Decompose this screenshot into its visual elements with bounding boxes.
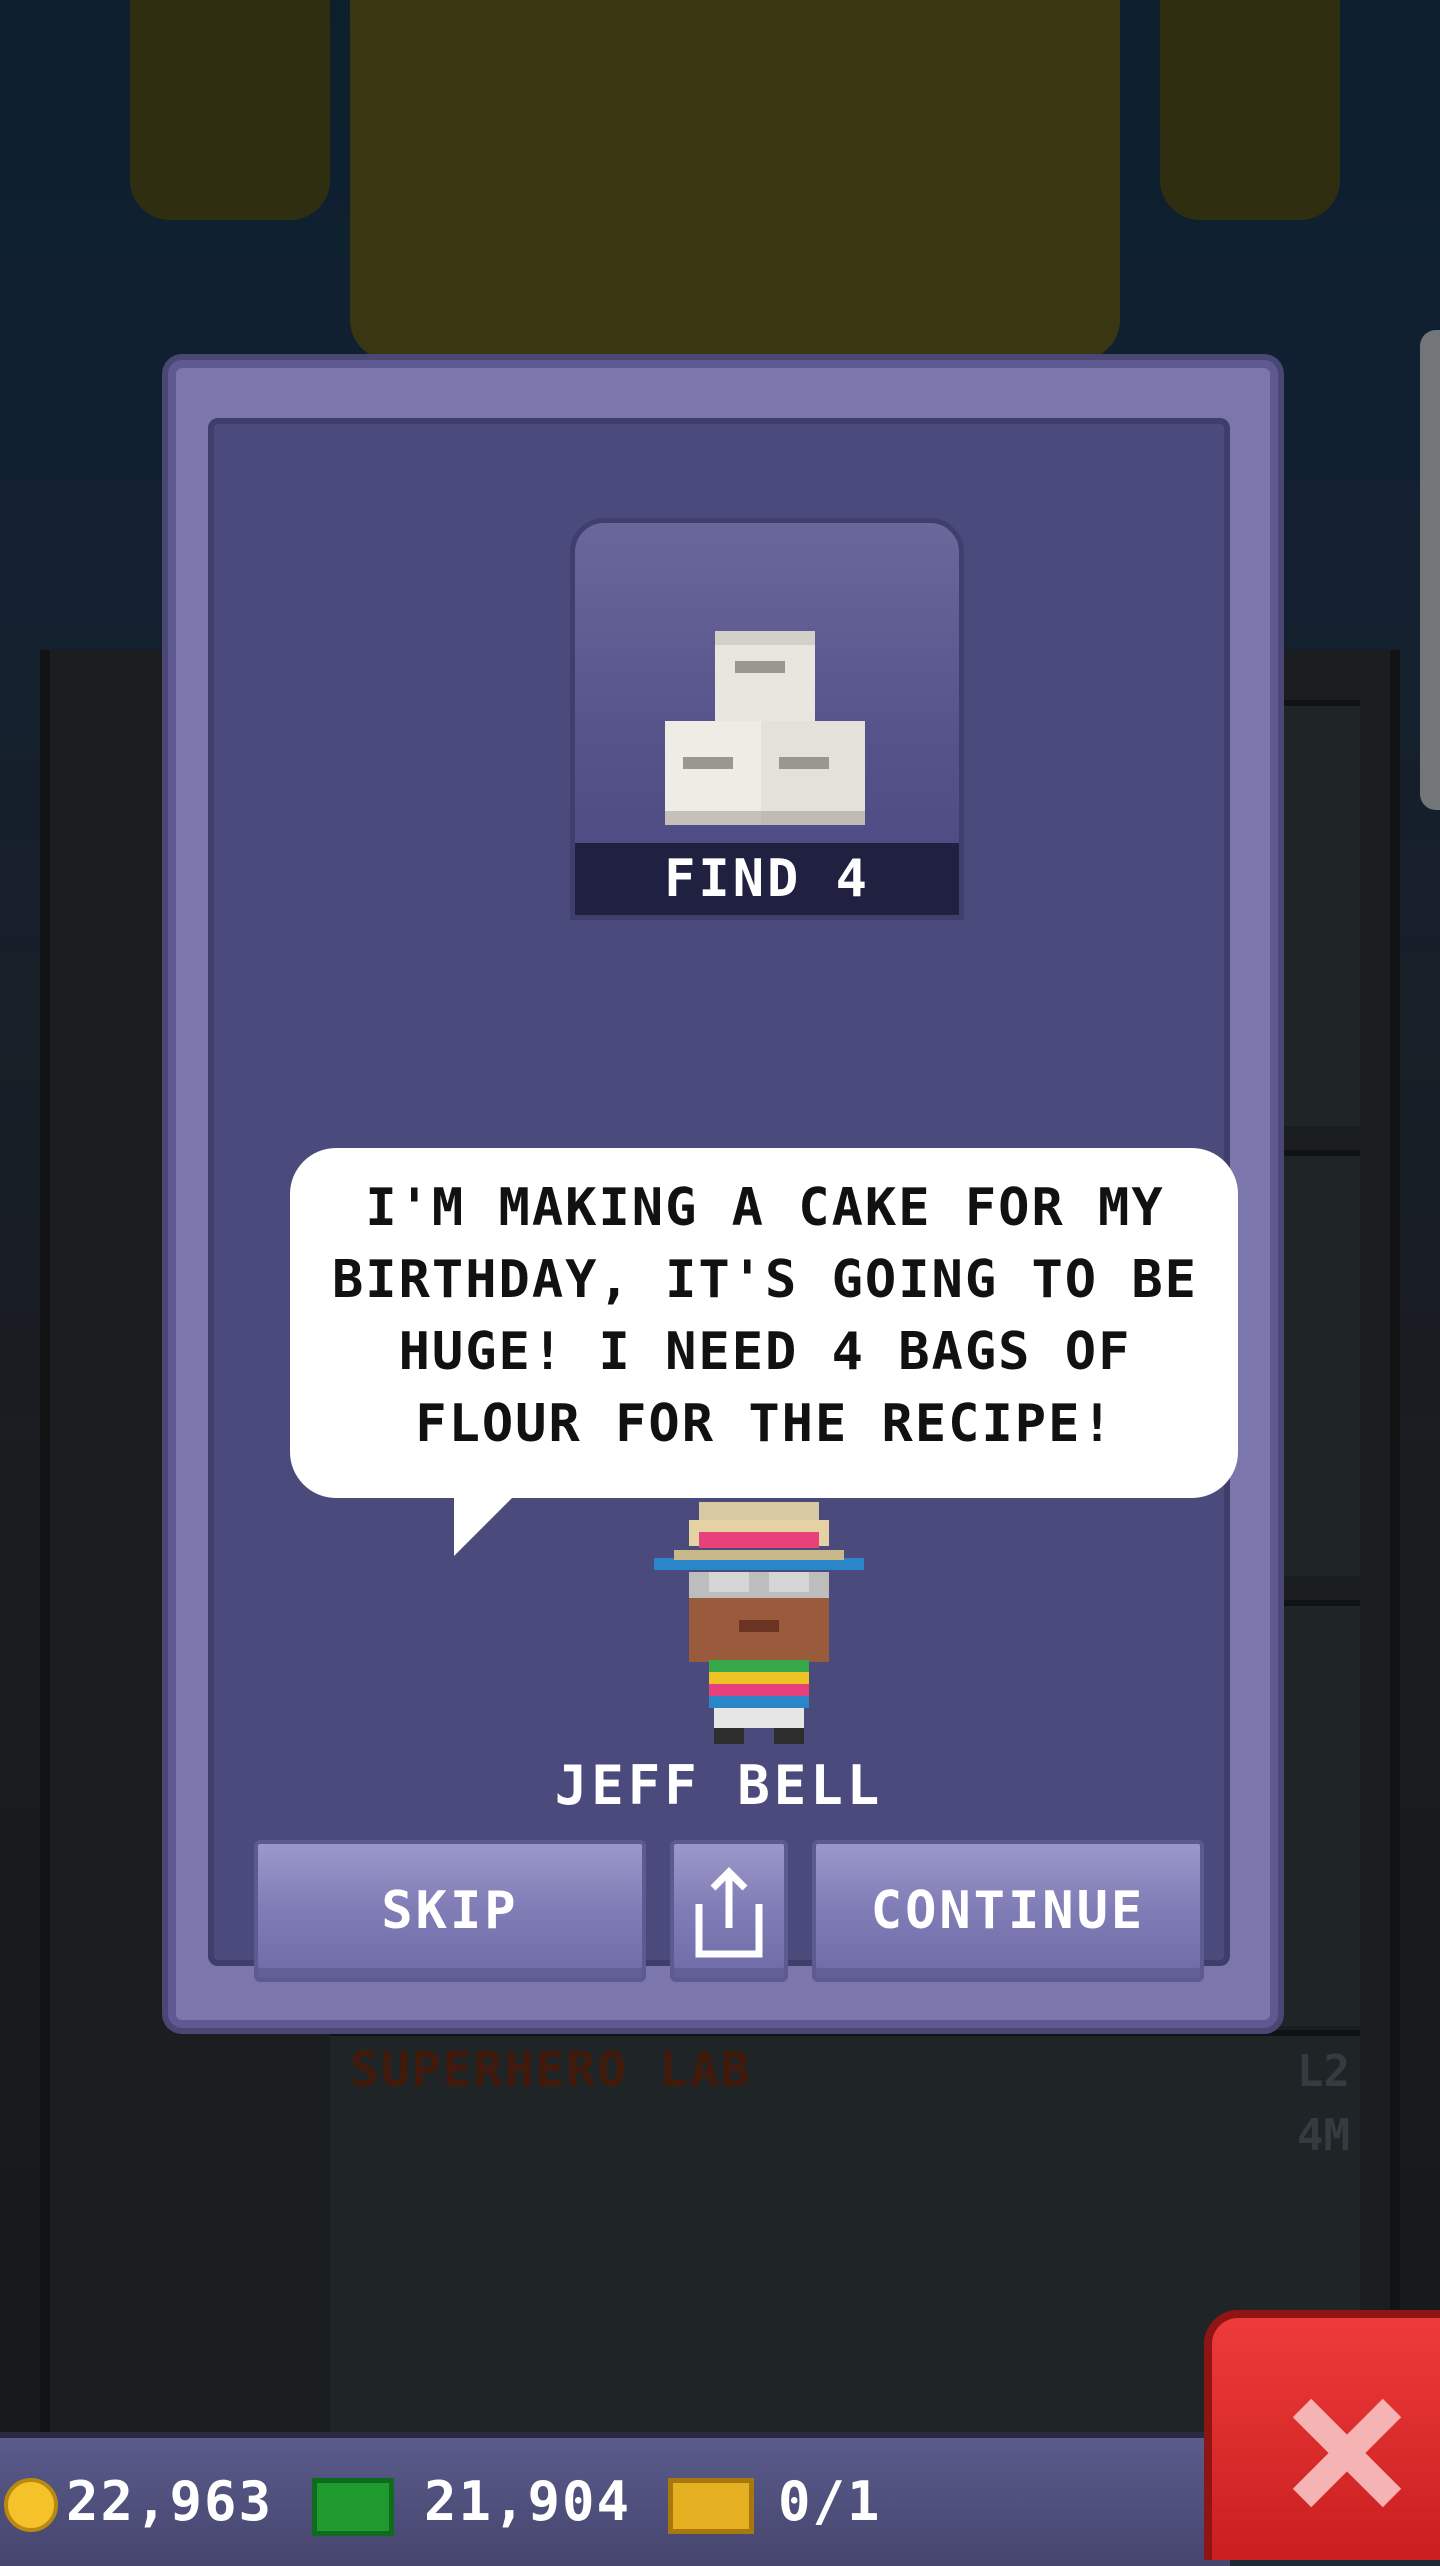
quest-dialog-panel: FIND 4 I'M MAKING A CAKE FOR MY BIRTHDAY…	[208, 418, 1238, 1982]
ticket-icon	[668, 2478, 754, 2534]
close-button[interactable]	[1204, 2310, 1440, 2560]
share-button[interactable]	[670, 1840, 788, 1982]
coin-count: 22,963	[66, 2470, 274, 2533]
speech-bubble-tail	[454, 1492, 518, 1556]
coin-icon	[4, 2478, 58, 2532]
character-avatar	[654, 1502, 864, 1744]
close-icon	[1292, 2398, 1402, 2508]
speech-bubble: I'M MAKING A CAKE FOR MY BIRTHDAY, IT'S …	[290, 1148, 1238, 1498]
quest-item-card: FIND 4	[570, 518, 964, 920]
character-name: JEFF BELL	[554, 1754, 884, 1817]
ticket-count: 0/1	[778, 2470, 882, 2533]
flour-icon	[665, 631, 865, 825]
share-icon	[695, 1867, 763, 1958]
quest-dialog: FIND 4 I'M MAKING A CAKE FOR MY BIRTHDAY…	[168, 360, 1278, 2028]
bux-count: 21,904	[424, 2470, 632, 2533]
continue-button[interactable]: CONTINUE	[812, 1840, 1204, 1982]
quest-dialogue-text: I'M MAKING A CAKE FOR MY BIRTHDAY, IT'S …	[332, 1178, 1198, 1454]
find-count-label: FIND 4	[575, 843, 959, 915]
skip-button[interactable]: SKIP	[254, 1840, 646, 1982]
bux-icon	[312, 2478, 394, 2536]
